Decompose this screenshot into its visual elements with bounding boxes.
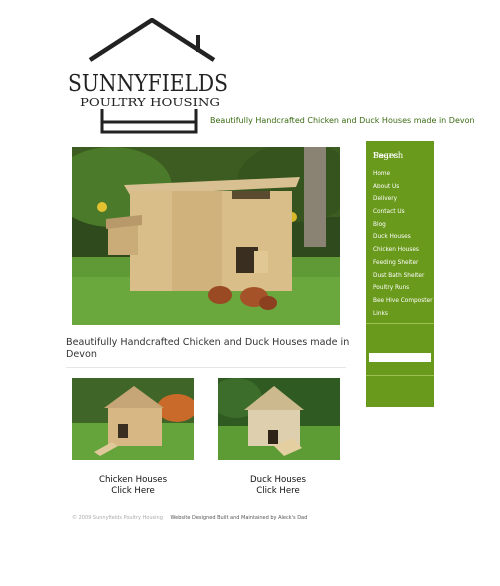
footer-copyright: © 2009 Sunnyfields Poultry Housing [72,515,163,521]
sidebar-nav: Home About Us Delivery Contact Us Blog D… [373,168,432,320]
sidebar-divider [366,323,434,324]
duck-houses-link[interactable]: Duck Houses Click Here [213,475,343,497]
duck-houses-caption: Duck Houses [250,475,306,485]
page-headline: Beautifully Handcrafted Chicken and Duck… [66,337,350,360]
sidebar-search-title: Search [373,151,404,161]
site-logo[interactable]: SUNNYFIELDS POULTRY HOUSING [64,17,232,136]
hero-chicken-house-image [72,147,340,325]
sidebar: Pages Home About Us Delivery Contact Us … [366,141,434,407]
content-divider [66,367,346,368]
search-input[interactable] [369,353,431,362]
chicken-houses-click-here: Click Here [111,486,155,496]
logo-graphic: SUNNYFIELDS POULTRY HOUSING [68,17,228,134]
sidebar-item-delivery[interactable]: Delivery [373,193,432,206]
sidebar-item-bee-hive-composter[interactable]: Bee Hive Composter [373,295,432,308]
sidebar-item-home[interactable]: Home [373,168,432,181]
logo-line1: SUNNYFIELDS [68,71,228,97]
sidebar-item-contact-us[interactable]: Contact Us [373,206,432,219]
sidebar-item-about-us[interactable]: About Us [373,181,432,194]
site-tagline: Beautifully Handcrafted Chicken and Duck… [210,116,475,125]
sidebar-item-chicken-houses[interactable]: Chicken Houses [373,244,432,257]
duck-houses-click-here: Click Here [256,486,300,496]
chicken-house-thumbnail[interactable] [72,378,194,460]
sidebar-item-feeding-shelter[interactable]: Feeding Shelter [373,257,432,270]
sidebar-item-duck-houses[interactable]: Duck Houses [373,231,432,244]
sidebar-divider [366,375,434,376]
duck-house-thumbnail[interactable] [218,378,340,460]
footer: © 2009 Sunnyfields Poultry Housing Websi… [72,515,307,521]
chicken-houses-caption: Chicken Houses [98,475,168,485]
chicken-houses-link[interactable]: Chicken Houses Click Here [68,475,198,497]
logo-line2: POULTRY HOUSING [80,95,220,109]
sidebar-item-links[interactable]: Links [373,308,432,321]
footer-credit-link[interactable]: Website Designed Built and Maintained by… [170,515,307,521]
sidebar-item-poultry-runs[interactable]: Poultry Runs [373,282,432,295]
sidebar-item-dust-bath-shelter[interactable]: Dust Bath Shelter [373,270,432,283]
sidebar-item-blog[interactable]: Blog [373,219,432,232]
